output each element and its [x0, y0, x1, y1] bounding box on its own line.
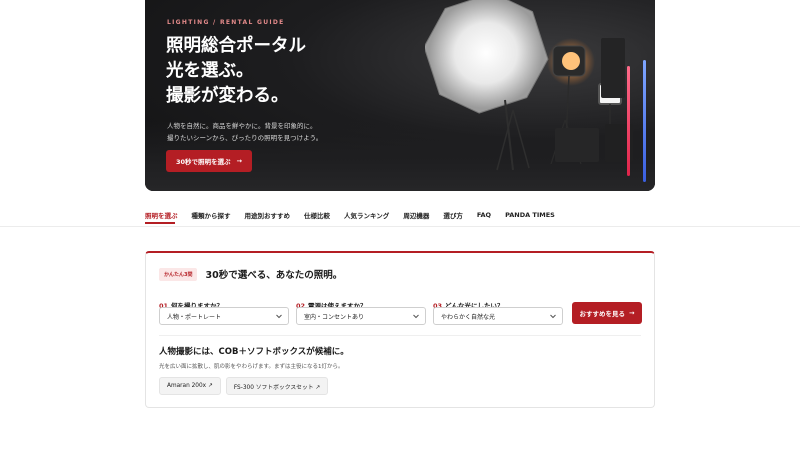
power-select-value: 室内・コンセントあり: [304, 313, 365, 321]
product-chip-fs300[interactable]: FS-300 ソフトボックスセット ↗: [225, 377, 329, 395]
nav-divider: [0, 226, 800, 227]
lighting-finder-card: かんたん3問 30秒で選べる、あなたの照明。 01 何を撮りますか？ 人物・ポート…: [145, 251, 655, 408]
hero-description-line: 撮りたいシーンから、ぴったりの照明を見つけよう。: [167, 134, 323, 142]
nav-item-ranking[interactable]: 人気ランキング: [344, 210, 389, 220]
nav-item-faq[interactable]: FAQ: [477, 211, 491, 219]
hero-eyebrow: LIGHTING / RENTAL GUIDE: [167, 19, 285, 26]
nav-item-accessories[interactable]: 周辺機器: [403, 210, 429, 220]
product-chips: Amaran 200x ↗ FS-300 ソフトボックスセット ↗: [159, 377, 329, 395]
chevron-down-icon: [413, 314, 419, 319]
chevron-down-icon: [550, 314, 556, 319]
result-description: 光を広い面に拡散し、肌の影をやわらげます。まずは主役になる1灯から。: [159, 364, 344, 370]
card-divider: [159, 335, 641, 336]
light-quality-select-value: やわらかく自然な光: [441, 313, 496, 321]
nav-item-panda-times[interactable]: PANDA TIMES: [505, 211, 555, 219]
nav-item-spec-compare[interactable]: 仕様比較: [304, 210, 330, 220]
hero-banner: LIGHTING / RENTAL GUIDE 照明総合ポータル 光を選ぶ。 撮…: [145, 0, 655, 191]
see-recommendations-label: おすすめを見る: [579, 310, 626, 318]
choose-lighting-button-label: 30秒で照明を選ぶ: [176, 158, 231, 166]
softbox-shape: [425, 0, 549, 114]
quick-badge: かんたん3問: [159, 267, 198, 281]
finder-header: かんたん3問 30秒で選べる、あなたの照明。: [159, 267, 342, 281]
hero-title-line: 撮影が変わる。: [166, 86, 289, 106]
subject-select-value: 人物・ポートレート: [167, 313, 222, 321]
power-select[interactable]: 室内・コンセントあり: [296, 307, 426, 325]
hero-title-line: 光を選ぶ。: [166, 61, 254, 81]
studio-lights-illustration: [425, 0, 646, 182]
hero-title: 照明総合ポータル 光を選ぶ。 撮影が変わる。: [166, 34, 306, 109]
see-recommendations-button[interactable]: おすすめを見る →: [572, 302, 642, 324]
arrow-right-icon: →: [629, 309, 635, 317]
finder-title: 30秒で選べる、あなたの照明。: [205, 270, 343, 281]
nav-item-by-purpose[interactable]: 用途別おすすめ: [245, 210, 291, 220]
chevron-down-icon: [276, 314, 282, 319]
hero-description: 人物を自然に。商品を鮮やかに。背景を印象的に。 撮りたいシーンから、ぴったりの照…: [167, 120, 322, 144]
subject-select[interactable]: 人物・ポートレート: [159, 307, 289, 325]
hero-title-line: 照明総合ポータル: [166, 36, 306, 56]
product-chip-amaran[interactable]: Amaran 200x ↗: [159, 377, 221, 395]
arrow-right-icon: →: [236, 157, 242, 165]
nav-item-by-type[interactable]: 種類から探す: [192, 210, 231, 220]
nav-item-how-to-choose[interactable]: 選び方: [443, 210, 463, 220]
result-title: 人物撮影には、COB＋ソフトボックスが候補に。: [159, 347, 349, 357]
nav-item-choose-lighting[interactable]: 照明を選ぶ: [145, 210, 178, 220]
active-nav-indicator: [145, 222, 175, 224]
light-quality-select[interactable]: やわらかく自然な光: [433, 307, 563, 325]
hero-description-line: 人物を自然に。商品を鮮やかに。背景を印象的に。: [167, 122, 317, 130]
main-nav: 照明を選ぶ 種類から探す 用途別おすすめ 仕様比較 人気ランキング 周辺機器 選…: [145, 208, 555, 222]
choose-lighting-button[interactable]: 30秒で照明を選ぶ →: [166, 150, 252, 172]
